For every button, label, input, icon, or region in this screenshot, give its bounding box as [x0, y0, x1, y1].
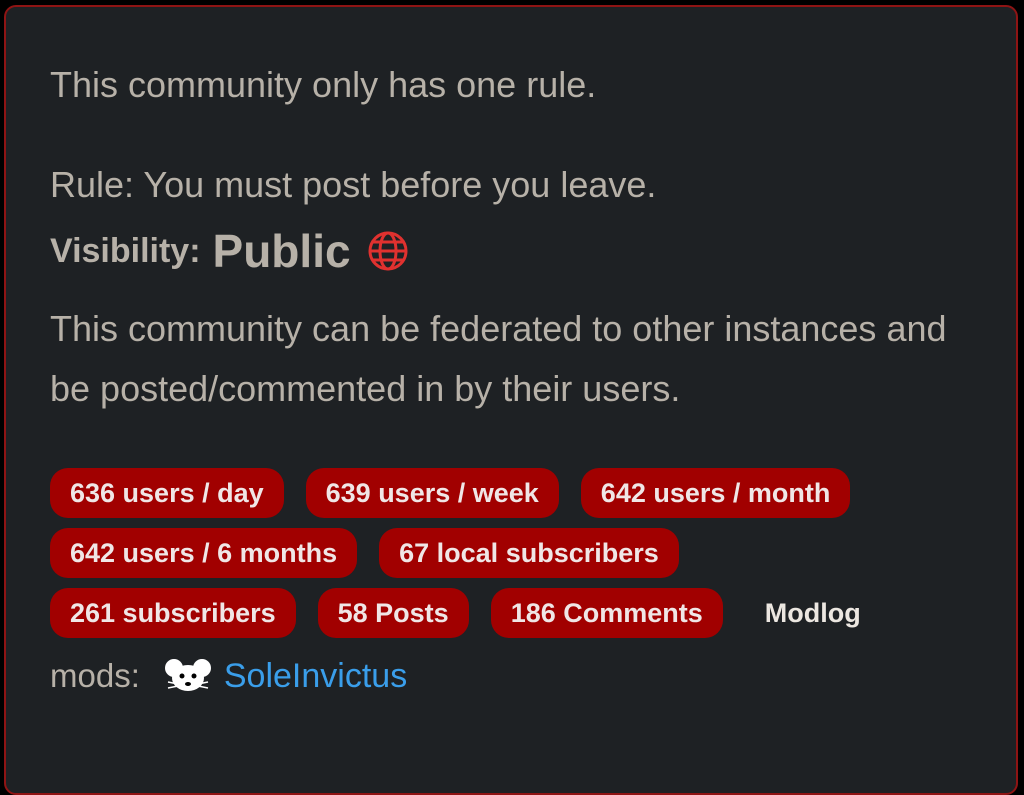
visibility-label: Visibility: [50, 231, 201, 270]
globe-icon [367, 230, 409, 272]
stats-row-1: 636 users / day 639 users / week 642 use… [50, 468, 872, 518]
community-description-intro: This community only has one rule. [50, 64, 597, 105]
stat-users-day-badge: 636 users / day [50, 468, 284, 518]
visibility-value: Public [212, 225, 351, 277]
stat-users-6-months-badge: 642 users / 6 months [50, 528, 358, 578]
stats-row-2: 642 users / 6 months 67 local subscriber… [50, 528, 701, 578]
stat-local-subscribers-badge: 67 local subscribers [379, 528, 679, 578]
stats-row-3: 261 subscribers 58 Posts 186 Comments Mo… [50, 588, 861, 638]
moderators-row: mods: SoleInvictus [50, 648, 407, 704]
stat-users-month-badge: 642 users / month [580, 468, 851, 518]
visibility-row: Visibility: Public [50, 219, 409, 283]
community-sidebar-card: This community only has one rule. Rule: … [4, 5, 1018, 795]
community-rule: Rule: You must post before you leave. [50, 164, 657, 205]
stat-posts-badge: 58 Posts [317, 588, 469, 638]
stat-subscribers-badge: 261 subscribers [50, 588, 296, 638]
mods-label: mods: [50, 657, 140, 694]
mouse-avatar-icon[interactable] [164, 656, 212, 696]
stat-users-week-badge: 639 users / week [305, 468, 559, 518]
moderator-link[interactable]: SoleInvictus [224, 657, 407, 696]
stat-comments-badge: 186 Comments [490, 588, 723, 638]
modlog-link[interactable]: Modlog [765, 598, 861, 629]
federation-note: This community can be federated to other… [50, 308, 947, 409]
